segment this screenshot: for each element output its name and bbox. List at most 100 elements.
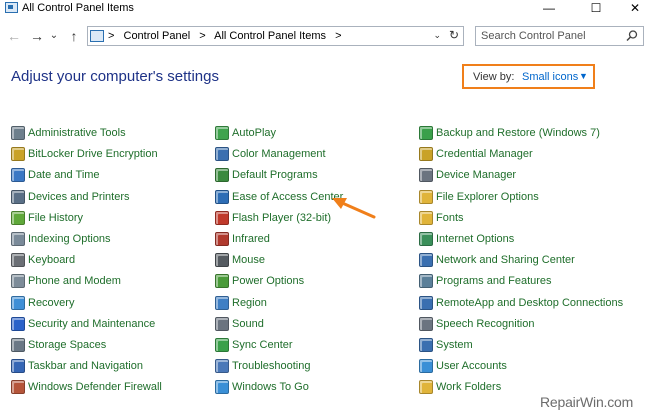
- control-panel-item[interactable]: Date and Time: [11, 166, 100, 184]
- control-panel-item[interactable]: Security and Maintenance: [11, 315, 155, 333]
- control-panel-item-label[interactable]: Programs and Features: [436, 275, 552, 287]
- control-panel-item[interactable]: Internet Options: [419, 230, 514, 248]
- file-history-icon: [11, 211, 25, 225]
- control-panel-item-label[interactable]: RemoteApp and Desktop Connections: [436, 297, 623, 309]
- control-panel-item-label[interactable]: Default Programs: [232, 169, 318, 181]
- breadcrumb-control-panel[interactable]: Control Panel: [124, 30, 191, 42]
- control-panel-item[interactable]: Ease of Access Center: [215, 188, 343, 206]
- control-panel-item[interactable]: Color Management: [215, 145, 326, 163]
- breadcrumb-all-items[interactable]: All Control Panel Items: [214, 30, 326, 42]
- breadcrumb-separator[interactable]: >: [335, 30, 341, 42]
- control-panel-item-label[interactable]: Storage Spaces: [28, 339, 106, 351]
- control-panel-item-label[interactable]: Infrared: [232, 233, 270, 245]
- control-panel-item[interactable]: Power Options: [215, 272, 304, 290]
- control-panel-item[interactable]: AutoPlay: [215, 124, 276, 142]
- control-panel-item[interactable]: User Accounts: [419, 357, 507, 375]
- back-button[interactable]: ←: [4, 26, 24, 46]
- control-panel-item-label[interactable]: User Accounts: [436, 360, 507, 372]
- control-panel-item[interactable]: Phone and Modem: [11, 272, 121, 290]
- control-panel-item-label[interactable]: Phone and Modem: [28, 275, 121, 287]
- control-panel-item[interactable]: Windows To Go: [215, 378, 309, 396]
- forward-button[interactable]: →: [27, 26, 47, 46]
- control-panel-item[interactable]: BitLocker Drive Encryption: [11, 145, 158, 163]
- control-panel-item[interactable]: Devices and Printers: [11, 188, 130, 206]
- control-panel-item-label[interactable]: Mouse: [232, 254, 265, 266]
- control-panel-item-label[interactable]: Security and Maintenance: [28, 318, 155, 330]
- control-panel-item-label[interactable]: Ease of Access Center: [232, 191, 343, 203]
- control-panel-item-label[interactable]: Work Folders: [436, 381, 501, 393]
- refresh-button[interactable]: ↻: [449, 28, 459, 42]
- breadcrumb-separator[interactable]: >: [199, 30, 205, 42]
- minimize-button[interactable]: —: [532, 0, 566, 17]
- control-panel-item[interactable]: Recovery: [11, 294, 74, 312]
- control-panel-item-label[interactable]: AutoPlay: [232, 127, 276, 139]
- control-panel-item[interactable]: Region: [215, 294, 267, 312]
- control-panel-item[interactable]: Windows Defender Firewall: [11, 378, 162, 396]
- control-panel-item[interactable]: Backup and Restore (Windows 7): [419, 124, 600, 142]
- control-panel-item-label[interactable]: Fonts: [436, 212, 464, 224]
- recent-locations-button[interactable]: ⌄: [47, 26, 61, 46]
- control-panel-item-label[interactable]: Date and Time: [28, 169, 100, 181]
- view-by-dropdown[interactable]: Small icons: [522, 71, 578, 83]
- control-panel-item[interactable]: Work Folders: [419, 378, 501, 396]
- control-panel-item-label[interactable]: File History: [28, 212, 83, 224]
- control-panel-item-label[interactable]: Recovery: [28, 297, 74, 309]
- control-panel-item[interactable]: Device Manager: [419, 166, 516, 184]
- control-panel-item[interactable]: Sync Center: [215, 336, 293, 354]
- control-panel-item[interactable]: Programs and Features: [419, 272, 552, 290]
- control-panel-item[interactable]: RemoteApp and Desktop Connections: [419, 294, 623, 312]
- control-panel-item-label[interactable]: File Explorer Options: [436, 191, 539, 203]
- control-panel-item[interactable]: File History: [11, 209, 83, 227]
- control-panel-item-label[interactable]: Flash Player (32-bit): [232, 212, 331, 224]
- control-panel-item-label[interactable]: Device Manager: [436, 169, 516, 181]
- control-panel-item[interactable]: Flash Player (32-bit): [215, 209, 331, 227]
- control-panel-item[interactable]: Indexing Options: [11, 230, 111, 248]
- control-panel-item[interactable]: Keyboard: [11, 251, 75, 269]
- control-panel-item-label[interactable]: Devices and Printers: [28, 191, 130, 203]
- control-panel-item[interactable]: Default Programs: [215, 166, 318, 184]
- control-panel-item[interactable]: Mouse: [215, 251, 265, 269]
- control-panel-item-label[interactable]: Region: [232, 297, 267, 309]
- view-by-label: View by:: [473, 71, 515, 83]
- search-icon[interactable]: [625, 29, 639, 43]
- control-panel-item[interactable]: Fonts: [419, 209, 464, 227]
- control-panel-item-label[interactable]: Backup and Restore (Windows 7): [436, 127, 600, 139]
- chevron-down-icon[interactable]: ▼: [579, 71, 588, 81]
- search-input[interactable]: [481, 29, 621, 43]
- control-panel-item-label[interactable]: Indexing Options: [28, 233, 111, 245]
- control-panel-item[interactable]: Sound: [215, 315, 264, 333]
- control-panel-item-label[interactable]: Speech Recognition: [436, 318, 534, 330]
- control-panel-item-label[interactable]: Sound: [232, 318, 264, 330]
- control-panel-item[interactable]: Storage Spaces: [11, 336, 106, 354]
- control-panel-item[interactable]: Administrative Tools: [11, 124, 126, 142]
- control-panel-item-label[interactable]: Administrative Tools: [28, 127, 126, 139]
- control-panel-item[interactable]: Network and Sharing Center: [419, 251, 575, 269]
- control-panel-item-label[interactable]: Internet Options: [436, 233, 514, 245]
- control-panel-item-label[interactable]: Windows To Go: [232, 381, 309, 393]
- control-panel-item-label[interactable]: Keyboard: [28, 254, 75, 266]
- control-panel-item[interactable]: File Explorer Options: [419, 188, 539, 206]
- control-panel-item-label[interactable]: Troubleshooting: [232, 360, 310, 372]
- control-panel-item-label[interactable]: Network and Sharing Center: [436, 254, 575, 266]
- breadcrumb-separator[interactable]: >: [108, 30, 114, 42]
- control-panel-item-label[interactable]: Power Options: [232, 275, 304, 287]
- address-bar[interactable]: > Control Panel > All Control Panel Item…: [87, 26, 464, 46]
- control-panel-item[interactable]: Speech Recognition: [419, 315, 534, 333]
- maximize-button[interactable]: ☐: [579, 0, 613, 17]
- control-panel-item[interactable]: Infrared: [215, 230, 270, 248]
- control-panel-item-label[interactable]: Sync Center: [232, 339, 293, 351]
- control-panel-item-label[interactable]: Color Management: [232, 148, 326, 160]
- search-box[interactable]: [475, 26, 644, 46]
- control-panel-item-label[interactable]: BitLocker Drive Encryption: [28, 148, 158, 160]
- control-panel-item-label[interactable]: Credential Manager: [436, 148, 533, 160]
- control-panel-item[interactable]: System: [419, 336, 473, 354]
- control-panel-item-label[interactable]: System: [436, 339, 473, 351]
- address-dropdown-button[interactable]: ⌄: [433, 30, 441, 41]
- control-panel-item-label[interactable]: Windows Defender Firewall: [28, 381, 162, 393]
- control-panel-item[interactable]: Troubleshooting: [215, 357, 310, 375]
- control-panel-item[interactable]: Taskbar and Navigation: [11, 357, 143, 375]
- control-panel-item-label[interactable]: Taskbar and Navigation: [28, 360, 143, 372]
- close-button[interactable]: ✕: [618, 0, 652, 17]
- control-panel-item[interactable]: Credential Manager: [419, 145, 533, 163]
- up-button[interactable]: ↑: [64, 26, 84, 46]
